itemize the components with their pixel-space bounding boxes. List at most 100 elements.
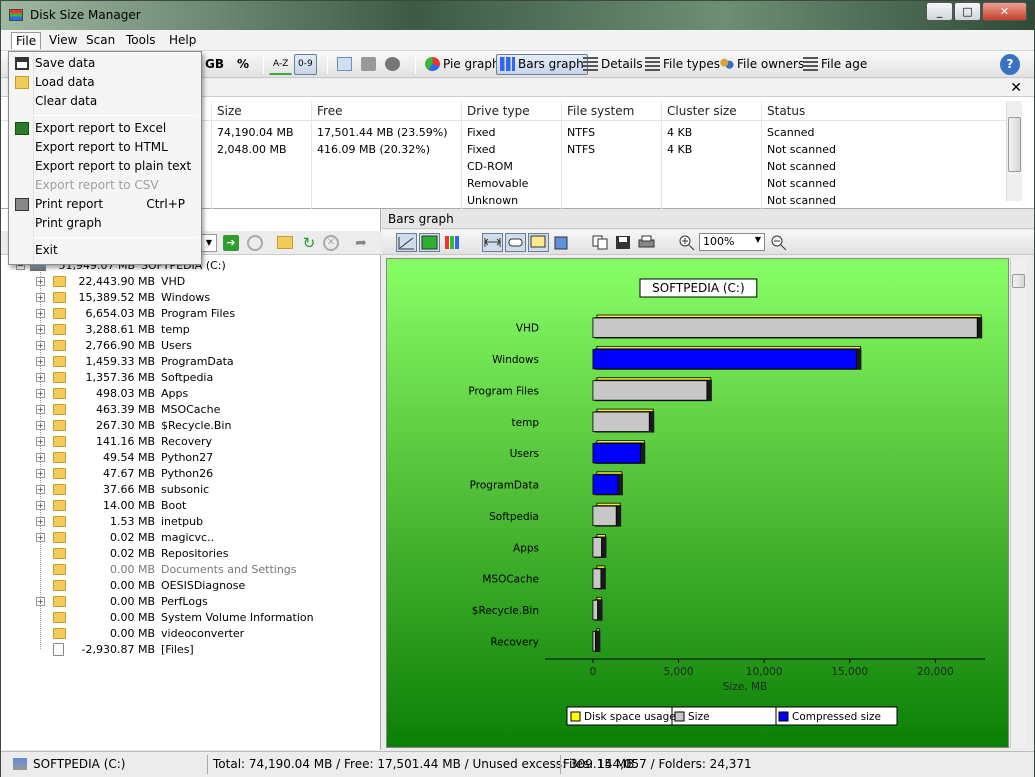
scan-go-icon[interactable]: ➔ xyxy=(223,235,239,251)
menu-item-export-excel[interactable]: Export report to Excel xyxy=(11,119,199,138)
col-free[interactable]: Free xyxy=(317,104,342,118)
menu-item-export-text[interactable]: Export report to plain text xyxy=(11,157,199,176)
tree-item[interactable]: 0.00 MB Documents and Settings xyxy=(1,561,381,577)
menu-item-save-data[interactable]: Save data xyxy=(11,54,199,73)
tree-item[interactable]: +2,766.90 MB Users xyxy=(1,337,381,353)
menu-scan[interactable]: Scan xyxy=(82,32,119,49)
expand-icon[interactable]: + xyxy=(36,421,45,430)
menu-item-load-data[interactable]: Load data xyxy=(11,73,199,92)
line-style-icon[interactable] xyxy=(396,233,417,252)
expand-icon[interactable]: + xyxy=(36,357,45,366)
tree-item[interactable]: +0.00 MB PerfLogs xyxy=(1,593,381,609)
tree-item[interactable]: +37.66 MB subsonic xyxy=(1,481,381,497)
expand-icon[interactable]: + xyxy=(36,533,45,542)
expand-icon[interactable]: + xyxy=(36,389,45,398)
zoom-out-icon[interactable] xyxy=(768,233,789,252)
drive-dropdown-chevron-icon[interactable]: ▼ xyxy=(201,234,217,252)
expand-icon[interactable]: + xyxy=(36,293,45,302)
tree-item[interactable]: 0.00 MB System Volume Information xyxy=(1,609,381,625)
tree-item[interactable]: +6,654.03 MB Program Files xyxy=(1,305,381,321)
save-icon[interactable] xyxy=(613,233,634,252)
tree-item[interactable]: 0.02 MB Repositories xyxy=(1,545,381,561)
col-status[interactable]: Status xyxy=(767,104,805,118)
tree-item[interactable]: +15,389.52 MB Windows xyxy=(1,289,381,305)
tree-item[interactable]: +1,357.36 MB Softpedia xyxy=(1,369,381,385)
tree-item[interactable]: +1.53 MB inetpub xyxy=(1,513,381,529)
tree-item[interactable]: +49.54 MB Python27 xyxy=(1,449,381,465)
units-percent-button[interactable]: % xyxy=(233,54,253,75)
3d-view-icon[interactable] xyxy=(551,233,572,252)
report-icon[interactable] xyxy=(333,54,359,75)
menu-item-export-html[interactable]: Export report to HTML xyxy=(11,138,199,157)
expand-icon[interactable]: + xyxy=(36,517,45,526)
file-owners-button[interactable]: File owners xyxy=(715,54,808,75)
graph-scroll-thumb[interactable] xyxy=(1012,274,1025,288)
menu-item-print-report[interactable]: Print report Ctrl+P xyxy=(11,195,199,214)
fill-color-icon[interactable] xyxy=(419,233,440,252)
tooltip-icon[interactable] xyxy=(528,233,549,252)
menu-view[interactable]: View xyxy=(45,32,81,49)
expand-icon[interactable]: + xyxy=(36,501,45,510)
menu-item-clear-data[interactable]: Clear data xyxy=(11,92,199,111)
drives-panel-close-icon[interactable]: ✕ xyxy=(1010,80,1022,96)
settings-gear-icon[interactable] xyxy=(381,54,407,75)
tree-item[interactable]: +3,288.61 MB temp xyxy=(1,321,381,337)
expand-icon[interactable]: + xyxy=(36,597,45,606)
tree-item[interactable]: +267.30 MB $Recycle.Bin xyxy=(1,417,381,433)
col-size[interactable]: Size xyxy=(217,104,242,118)
tree-item[interactable]: -2,930.87 MB [Files] xyxy=(1,641,381,657)
expand-icon[interactable]: + xyxy=(36,341,45,350)
fit-width-icon[interactable] xyxy=(482,233,503,252)
sort-az-button[interactable]: A-Z xyxy=(269,54,293,75)
menu-item-print-graph[interactable]: Print graph xyxy=(11,214,199,233)
expand-icon[interactable]: + xyxy=(36,453,45,462)
expand-icon[interactable]: + xyxy=(36,325,45,334)
open-folder-icon[interactable] xyxy=(277,236,293,249)
refresh-icon[interactable]: ↻ xyxy=(301,235,317,251)
tree-item[interactable]: +463.39 MB MSOCache xyxy=(1,401,381,417)
details-button[interactable]: Details xyxy=(579,54,647,75)
drives-scroll-thumb[interactable] xyxy=(1008,117,1021,172)
expand-icon[interactable]: + xyxy=(36,277,45,286)
graph-scrollbar[interactable] xyxy=(1010,258,1026,748)
menu-help[interactable]: Help xyxy=(165,32,200,49)
minimize-button[interactable]: _ xyxy=(926,2,953,21)
file-age-button[interactable]: File age xyxy=(799,54,871,75)
expand-icon[interactable]: + xyxy=(36,309,45,318)
tree-item[interactable]: +47.67 MB Python26 xyxy=(1,465,381,481)
expand-icon[interactable]: + xyxy=(36,469,45,478)
tree-item[interactable]: +22,443.90 MB VHD xyxy=(1,273,381,289)
help-icon[interactable]: ? xyxy=(1000,54,1020,75)
cancel-icon[interactable]: ✕ xyxy=(323,235,339,251)
file-types-button[interactable]: File types xyxy=(641,54,724,75)
expand-icon[interactable]: + xyxy=(36,437,45,446)
expand-icon[interactable]: + xyxy=(36,485,45,494)
tree-item[interactable]: +498.03 MB Apps xyxy=(1,385,381,401)
sort-09-button[interactable]: 0-9 xyxy=(294,54,317,75)
tree-item[interactable]: 0.00 MB OESISDiagnose xyxy=(1,577,381,593)
col-file-system[interactable]: File system xyxy=(567,104,634,118)
tree-item[interactable]: +141.16 MB Recovery xyxy=(1,433,381,449)
tools-icon[interactable] xyxy=(357,54,383,75)
col-drive-type[interactable]: Drive type xyxy=(467,104,530,118)
units-gb-button[interactable]: GB xyxy=(201,54,228,75)
stop-icon[interactable] xyxy=(247,235,263,251)
expand-icon[interactable]: + xyxy=(36,405,45,414)
maximize-button[interactable]: □ xyxy=(954,2,981,21)
bars-graph-button[interactable]: Bars graph xyxy=(496,54,588,75)
copy-icon[interactable] xyxy=(590,233,611,252)
col-cluster-size[interactable]: Cluster size xyxy=(667,104,737,118)
drives-scrollbar[interactable] xyxy=(1006,101,1022,201)
print-icon[interactable] xyxy=(636,233,657,252)
palette-icon[interactable] xyxy=(442,233,463,252)
tree-item[interactable]: 0.00 MB videoconverter xyxy=(1,625,381,641)
zoom-in-icon[interactable] xyxy=(676,233,697,252)
close-button[interactable]: ✕ xyxy=(982,2,1027,21)
expand-icon[interactable]: + xyxy=(36,373,45,382)
zoom-select[interactable]: 100% ▼ xyxy=(699,233,765,251)
tree-item[interactable]: +0.02 MB magicvc.. xyxy=(1,529,381,545)
menu-item-exit[interactable]: Exit xyxy=(11,241,199,260)
tree-item[interactable]: +14.00 MB Boot xyxy=(1,497,381,513)
navigate-up-icon[interactable]: ➦ xyxy=(353,235,369,251)
menu-tools[interactable]: Tools xyxy=(122,32,160,49)
